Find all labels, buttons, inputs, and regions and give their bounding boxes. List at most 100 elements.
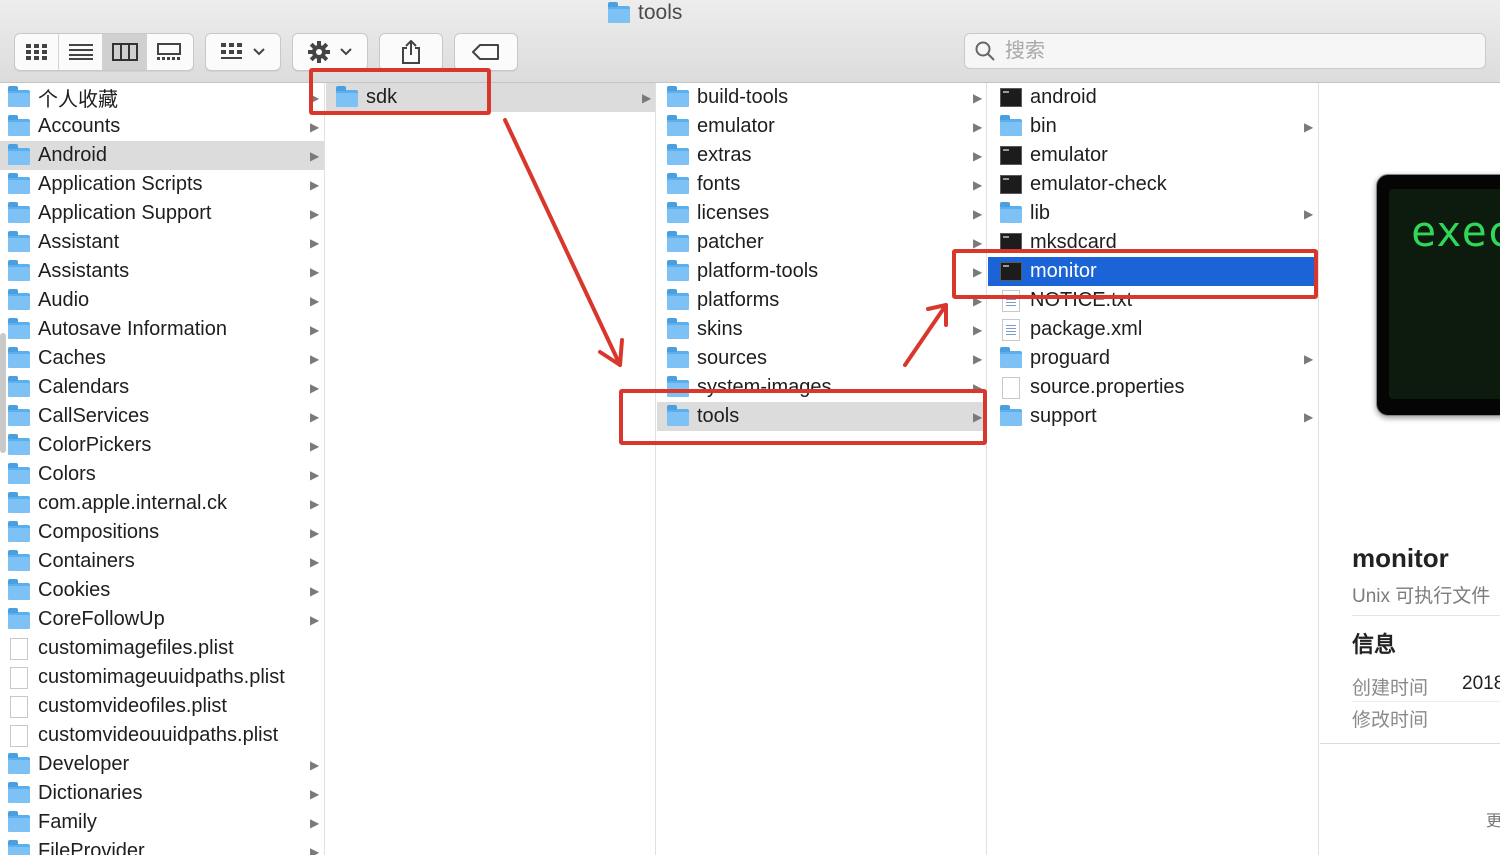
file-row[interactable]: ColorPickers ▶ <box>0 431 324 460</box>
tag-control <box>455 34 517 70</box>
file-row[interactable]: bin ▶ <box>988 112 1318 141</box>
file-name: Autosave Information <box>38 318 227 340</box>
file-row[interactable]: system-images ▶ <box>657 373 986 402</box>
disclosure-arrow-icon: ▶ <box>310 467 320 482</box>
folder-icon <box>1000 405 1022 426</box>
file-row[interactable]: fonts ▶ <box>657 170 986 199</box>
search-field[interactable] <box>964 33 1486 69</box>
file-row[interactable]: proguard ▶ <box>988 344 1318 373</box>
file-row[interactable]: Application Scripts ▶ <box>0 170 324 199</box>
file-name: customvideouuidpaths.plist <box>38 724 279 746</box>
file-row[interactable]: Application Support ▶ <box>0 199 324 228</box>
disclosure-arrow-icon: ▶ <box>310 235 320 250</box>
file-row[interactable]: Assistants ▶ <box>0 257 324 286</box>
file-row[interactable]: mksdcard <box>988 228 1318 257</box>
file-row[interactable]: sdk ▶ <box>326 83 655 112</box>
folder-icon <box>1000 115 1022 136</box>
folder-icon <box>667 318 689 339</box>
file-name: Android <box>38 144 107 166</box>
action-menu-button[interactable] <box>292 33 368 71</box>
share-control <box>380 34 442 70</box>
file-row[interactable]: customimageuuidpaths.plist <box>0 663 324 692</box>
list-view-button[interactable] <box>59 34 103 70</box>
tag-button[interactable] <box>454 33 518 71</box>
file-row[interactable]: package.xml <box>988 315 1318 344</box>
file-row[interactable]: support ▶ <box>988 402 1318 431</box>
file-row[interactable]: emulator-check <box>988 170 1318 199</box>
divider <box>1352 615 1500 616</box>
file-row[interactable]: Family ▶ <box>0 808 324 837</box>
column-sdk[interactable]: build-tools ▶ emulator ▶ extras ▶ fonts ▶ licens… <box>657 83 987 855</box>
file-row[interactable]: Audio ▶ <box>0 286 324 315</box>
file-row[interactable]: platform-tools ▶ <box>657 257 986 286</box>
file-row[interactable]: patcher ▶ <box>657 228 986 257</box>
file-row[interactable]: FileProvider ▶ <box>0 837 324 855</box>
disclosure-arrow-icon: ▶ <box>973 119 983 134</box>
file-row[interactable]: monitor <box>988 257 1318 286</box>
column-android[interactable]: sdk ▶ <box>326 83 656 855</box>
file-row[interactable]: CallServices ▶ <box>0 402 324 431</box>
file-name: bin <box>1030 115 1057 137</box>
file-name: Caches <box>38 347 106 369</box>
share-button[interactable] <box>379 33 443 71</box>
file-name: lib <box>1030 202 1051 224</box>
file-row[interactable]: Caches ▶ <box>0 344 324 373</box>
file-thumbnail: exec <box>1376 174 1500 416</box>
disclosure-arrow-icon: ▶ <box>310 409 320 424</box>
file-row[interactable]: emulator <box>988 141 1318 170</box>
file-row[interactable]: android <box>988 83 1318 112</box>
file-row[interactable]: sources ▶ <box>657 344 986 373</box>
column-library[interactable]: 个人收藏 ▶ Accounts ▶ Android ▶ Application Script… <box>0 83 325 855</box>
column-tools[interactable]: android bin ▶ emulator emulator-check lib ▶ mks… <box>988 83 1319 855</box>
icon-view-button[interactable] <box>15 34 59 70</box>
file-row[interactable]: licenses ▶ <box>657 199 986 228</box>
file-name: sources <box>697 347 768 369</box>
file-row[interactable]: Accounts ▶ <box>0 112 324 141</box>
file-row[interactable]: Dictionaries ▶ <box>0 779 324 808</box>
gallery-view-button[interactable] <box>147 34 191 70</box>
file-name: Calendars <box>38 376 130 398</box>
file-row[interactable]: skins ▶ <box>657 315 986 344</box>
file-row[interactable]: emulator ▶ <box>657 112 986 141</box>
file-row[interactable]: source.properties <box>988 373 1318 402</box>
file-row[interactable]: Autosave Information ▶ <box>0 315 324 344</box>
file-row[interactable]: build-tools ▶ <box>657 83 986 112</box>
file-row[interactable]: Cookies ▶ <box>0 576 324 605</box>
file-name: system-images <box>697 376 832 398</box>
file-row[interactable]: extras ▶ <box>657 141 986 170</box>
file-row[interactable]: Colors ▶ <box>0 460 324 489</box>
more-button[interactable]: 更 <box>1486 807 1500 831</box>
gear-icon <box>308 41 330 63</box>
file-row[interactable]: NOTICE.txt <box>988 286 1318 315</box>
chevron-down-icon <box>253 48 265 56</box>
document-icon <box>10 666 28 689</box>
file-row[interactable]: Assistant ▶ <box>0 228 324 257</box>
disclosure-arrow-icon: ▶ <box>310 119 320 134</box>
file-row[interactable]: tools ▶ <box>657 402 986 431</box>
file-row[interactable]: customvideouuidpaths.plist <box>0 721 324 750</box>
file-row[interactable]: lib ▶ <box>988 199 1318 228</box>
folder-icon <box>8 318 30 339</box>
column-view-button[interactable] <box>103 34 147 70</box>
file-row[interactable]: CoreFollowUp ▶ <box>0 605 324 634</box>
file-row[interactable]: Compositions ▶ <box>0 518 324 547</box>
created-label: 创建时间 <box>1352 678 1429 699</box>
file-row[interactable]: Containers ▶ <box>0 547 324 576</box>
disclosure-arrow-icon: ▶ <box>310 177 320 192</box>
search-input[interactable] <box>1003 38 1447 64</box>
file-row[interactable]: Android ▶ <box>0 141 324 170</box>
file-row[interactable]: customimagefiles.plist <box>0 634 324 663</box>
file-row[interactable]: Developer ▶ <box>0 750 324 779</box>
disclosure-arrow-icon: ▶ <box>310 612 320 627</box>
group-by-button[interactable] <box>205 33 281 71</box>
file-row[interactable]: platforms ▶ <box>657 286 986 315</box>
file-row[interactable]: 个人收藏 ▶ <box>0 83 324 112</box>
disclosure-arrow-icon: ▶ <box>310 583 320 598</box>
file-row[interactable]: Calendars ▶ <box>0 373 324 402</box>
file-row[interactable]: customvideofiles.plist <box>0 692 324 721</box>
folder-icon <box>8 463 30 484</box>
file-row[interactable]: com.apple.internal.ck ▶ <box>0 489 324 518</box>
text-document-icon <box>1002 318 1020 341</box>
folder-icon <box>8 144 30 165</box>
folder-icon <box>1000 202 1022 223</box>
